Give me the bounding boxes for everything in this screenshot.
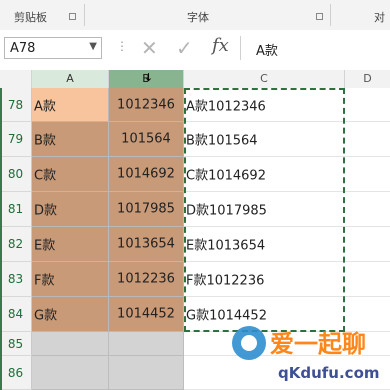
font-launcher-icon[interactable]: [316, 13, 323, 20]
ribbon-divider: [84, 4, 85, 26]
column-header-a[interactable]: A: [32, 70, 109, 88]
cell-d[interactable]: [345, 262, 390, 297]
watermark-url: qKdufu.com: [278, 364, 380, 382]
cell-d[interactable]: [345, 122, 390, 157]
watermark-logo-icon: [232, 326, 266, 360]
row-header[interactable]: 84: [0, 297, 32, 332]
column-insert-arrow-icon: ↓: [144, 71, 154, 84]
cell-b[interactable]: 1012236: [109, 262, 184, 297]
cell-text: 1017985: [117, 201, 175, 217]
cell-text: E款: [34, 238, 56, 254]
insert-function-icon[interactable]: fx: [212, 35, 229, 56]
row-header[interactable]: 80: [0, 157, 32, 192]
cell-b[interactable]: [109, 356, 184, 390]
column-header-d[interactable]: D: [345, 70, 390, 88]
cell-text: D款: [34, 203, 58, 219]
cell-c[interactable]: D款1017985: [184, 192, 345, 227]
enter-icon[interactable]: ✓: [176, 36, 193, 60]
cancel-icon[interactable]: ✕: [141, 36, 158, 60]
cell-c[interactable]: C款1014692: [184, 157, 345, 192]
cell-text: G款: [34, 308, 58, 324]
row-header[interactable]: 81: [0, 192, 32, 227]
cell-b[interactable]: [109, 332, 184, 356]
cell-text: B款101564: [186, 133, 258, 149]
cell-text: G款1014452: [186, 308, 267, 324]
cell-d[interactable]: [345, 88, 390, 122]
cell-b[interactable]: 1017985: [109, 192, 184, 227]
ribbon-group-alignment[interactable]: 对: [374, 9, 385, 25]
ribbon-divider: [330, 4, 331, 26]
cell-b[interactable]: 1014452: [109, 297, 184, 332]
cell-c[interactable]: E款1013654: [184, 227, 345, 262]
cell-b[interactable]: 1014692: [109, 157, 184, 192]
cell-b[interactable]: 101564: [109, 122, 184, 157]
cell-c[interactable]: A款1012346: [184, 88, 345, 122]
clipboard-launcher-icon[interactable]: [69, 13, 76, 20]
ribbon-group-clipboard[interactable]: 剪贴板: [14, 9, 47, 25]
name-box[interactable]: A78 ▼: [4, 37, 102, 59]
ribbon-group-font[interactable]: 字体: [187, 9, 209, 25]
cell-text: A款1012346: [186, 99, 266, 114]
cell-text: 101564: [121, 131, 171, 147]
row-header[interactable]: 82: [0, 227, 32, 262]
cell-d[interactable]: [345, 192, 390, 227]
name-box-value: A78: [10, 41, 36, 56]
cell-text: B款: [34, 133, 56, 149]
column-headers: A B C D: [0, 70, 390, 89]
cell-b[interactable]: 1013654: [109, 227, 184, 262]
row-header[interactable]: 79: [0, 122, 32, 157]
row-header[interactable]: 78: [0, 88, 32, 122]
column-header-c[interactable]: C: [184, 70, 345, 88]
cell-d[interactable]: [345, 157, 390, 192]
row-header[interactable]: 83: [0, 262, 32, 297]
cell-text: C款1014692: [186, 168, 266, 184]
cell-text: 1012236: [117, 271, 175, 287]
cell-text: E款1013654: [186, 238, 266, 254]
cell-d[interactable]: [345, 227, 390, 262]
cell-text: 1014692: [117, 166, 175, 182]
cell-a[interactable]: D款: [32, 192, 109, 227]
cell-text: F款1012236: [186, 273, 265, 289]
cell-c[interactable]: B款101564: [184, 122, 345, 157]
row-header[interactable]: 86: [0, 356, 32, 390]
cell-a[interactable]: F款: [32, 262, 109, 297]
cell-a[interactable]: [32, 332, 109, 356]
chevron-down-icon[interactable]: ▼: [89, 41, 97, 52]
selection-edge: [0, 88, 2, 390]
cell-a[interactable]: B款: [32, 122, 109, 157]
ribbon: 剪贴板 字体 对: [0, 0, 390, 31]
cell-b[interactable]: 1012346: [109, 88, 184, 122]
cell-a[interactable]: E款: [32, 227, 109, 262]
cell-text: F款: [34, 273, 55, 289]
select-all-corner[interactable]: [0, 70, 32, 88]
formula-bar: A78 ▼ ⋮ ✕ ✓ fx A款: [0, 30, 390, 68]
cell-text: 1013654: [117, 236, 175, 252]
cell-text: D款1017985: [186, 203, 267, 219]
watermark-title: 爱一起聊: [270, 330, 366, 358]
cell-c[interactable]: F款1012236: [184, 262, 345, 297]
cell-a[interactable]: A款: [32, 88, 109, 122]
cell-text: A款: [34, 99, 56, 114]
cell-text: C款: [34, 168, 57, 184]
formula-input[interactable]: A款: [256, 40, 278, 59]
cell-a[interactable]: C款: [32, 157, 109, 192]
cell-a[interactable]: [32, 356, 109, 390]
watermark: 爱一起聊 qKdufu.com: [232, 324, 390, 390]
cell-text: 1014452: [117, 306, 175, 322]
row-header[interactable]: 85: [0, 332, 32, 356]
resize-handle-icon[interactable]: ⋮: [116, 39, 128, 53]
cell-text: 1012346: [117, 97, 175, 112]
formula-divider: [240, 36, 241, 60]
cell-a[interactable]: G款: [32, 297, 109, 332]
